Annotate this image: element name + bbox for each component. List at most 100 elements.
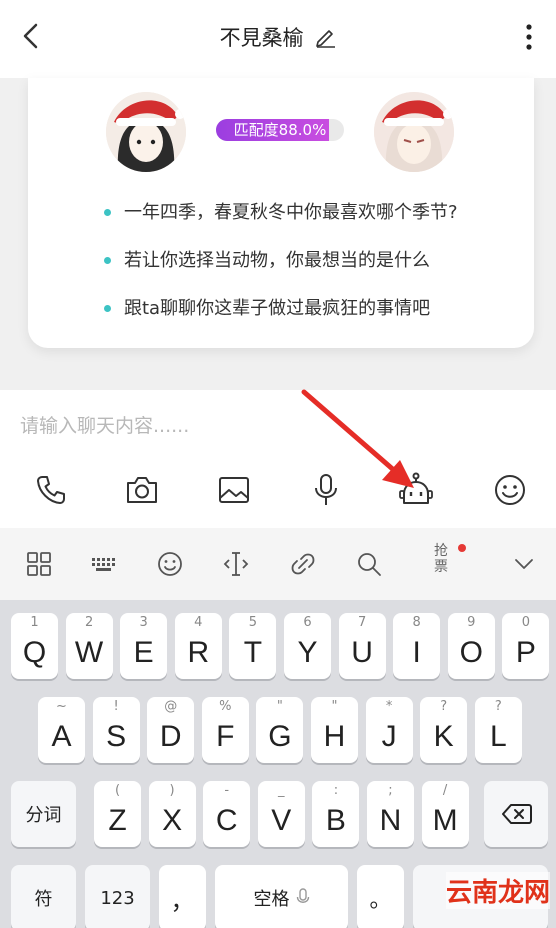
key-letter: U xyxy=(351,636,373,669)
key-x[interactable]: ) X xyxy=(148,781,196,847)
image-icon[interactable] xyxy=(216,472,252,508)
emoji-icon[interactable] xyxy=(492,472,528,508)
phone-icon[interactable] xyxy=(33,472,69,508)
avatar-illustration-right xyxy=(374,92,454,172)
key-hint: ) xyxy=(169,783,175,798)
key-hint: 0 xyxy=(521,615,531,630)
message-input[interactable] xyxy=(20,410,520,442)
key-letter: Z xyxy=(108,804,127,837)
chevron-down-icon[interactable] xyxy=(510,550,538,578)
my-avatar[interactable] xyxy=(106,92,186,172)
number-key[interactable]: 123 xyxy=(85,865,150,928)
key-hint: 3 xyxy=(139,615,148,630)
key-e[interactable]: 3E xyxy=(120,613,168,679)
key-h[interactable]: " H xyxy=(311,697,358,763)
topic-item[interactable]: 若让你选择当动物，你最想当的是什么 xyxy=(104,246,458,294)
key-hint: ? xyxy=(440,699,448,714)
notification-dot xyxy=(458,544,466,552)
camera-icon[interactable] xyxy=(124,472,160,508)
number-key-label: 123 xyxy=(100,887,135,909)
partner-avatar[interactable] xyxy=(374,92,454,172)
symbol-key[interactable]: 符 xyxy=(11,865,76,928)
key-hint: 9 xyxy=(467,615,476,630)
key-hint: ; xyxy=(388,783,393,798)
message-input-bar xyxy=(0,390,556,528)
key-j[interactable]: * J xyxy=(365,697,413,763)
key-letter: O xyxy=(459,636,483,669)
topic-text: 一年四季，春夏秋冬中你最喜欢哪个季节? xyxy=(124,202,458,223)
topic-item[interactable]: 跟ta聊聊你这辈子做过最疯狂的事情吧 xyxy=(104,294,458,342)
key-n[interactable]: ; N xyxy=(367,781,414,847)
key-letter: Y xyxy=(297,636,318,669)
topic-item[interactable]: 一年四季，春夏秋冬中你最喜欢哪个季节? xyxy=(104,198,458,246)
key-letter: M xyxy=(432,804,458,837)
key-letter: W xyxy=(74,636,104,669)
key-a[interactable]: ~ A xyxy=(38,697,85,763)
search-icon[interactable] xyxy=(355,550,383,578)
key-hint: - xyxy=(224,783,230,798)
chat-header: 不見桑榆 xyxy=(0,0,556,78)
key-l[interactable]: ? L xyxy=(474,697,522,763)
segment-key-label: 分词 xyxy=(25,805,62,826)
key-hint: 4 xyxy=(194,615,203,630)
key-letter: J xyxy=(381,720,397,753)
match-card: 匹配度88.0% 一年四季，春夏秋冬中你最喜欢哪个季节? 若让你选择当动物，你最… xyxy=(28,78,534,348)
key-letter: X xyxy=(162,804,183,837)
key-m[interactable]: / M xyxy=(421,781,469,847)
key-o[interactable]: 9O xyxy=(447,613,495,679)
key-y[interactable]: 6Y xyxy=(284,613,331,679)
key-c[interactable]: -C xyxy=(203,781,251,847)
key-letter: N xyxy=(379,804,402,837)
bullet-dot xyxy=(104,209,111,216)
key-letter: R xyxy=(187,636,210,669)
key-letter: S xyxy=(106,720,127,753)
chat-title-text: 不見桑榆 xyxy=(219,26,304,50)
key-letter: F xyxy=(216,720,235,753)
key-hint: 8 xyxy=(412,615,421,630)
key-u[interactable]: 7U xyxy=(338,613,386,679)
key-d[interactable]: @ D xyxy=(147,697,195,763)
ticket-grab-button[interactable]: 抢票 xyxy=(431,543,451,575)
key-q[interactable]: 1Q xyxy=(11,613,58,679)
key-letter: K xyxy=(433,720,454,753)
key-s[interactable]: ! S xyxy=(92,697,140,763)
segment-key[interactable]: 分词 xyxy=(11,781,76,847)
smiley-icon[interactable] xyxy=(156,550,184,578)
key-letter: L xyxy=(489,720,507,753)
key-v[interactable]: _ V xyxy=(257,781,305,847)
key-i[interactable]: 8I xyxy=(393,613,441,679)
key-letter: T xyxy=(243,636,263,669)
key-hint: @ xyxy=(164,699,178,714)
link-icon[interactable] xyxy=(289,550,317,578)
key-hint: 7 xyxy=(357,615,367,630)
key-w[interactable]: 2W xyxy=(65,613,113,679)
key-g[interactable]: " G xyxy=(256,697,304,763)
key-letter: G xyxy=(268,720,292,753)
key-k[interactable]: ? K xyxy=(420,697,468,763)
key-letter: D xyxy=(159,720,182,753)
backspace-key[interactable] xyxy=(484,781,548,847)
cursor-icon[interactable] xyxy=(222,550,250,578)
key-f[interactable]: % F xyxy=(201,697,249,763)
space-key-content: 空格 xyxy=(215,865,348,928)
pencil-icon[interactable] xyxy=(314,26,336,48)
key-p[interactable]: 0P xyxy=(502,613,550,679)
key-t[interactable]: 5T xyxy=(229,613,277,679)
match-score-text: 匹配度88.0% xyxy=(233,121,327,139)
chat-area: 匹配度88.0% 一年四季，春夏秋冬中你最喜欢哪个季节? 若让你选择当动物，你最… xyxy=(0,78,556,390)
key-b[interactable]: :B xyxy=(312,781,360,847)
key-letter: C xyxy=(215,804,238,837)
keyboard-toolbar: 抢票 xyxy=(0,528,556,600)
key-letter: P xyxy=(515,636,536,669)
grid-icon[interactable] xyxy=(25,550,53,578)
keyboard-icon[interactable] xyxy=(90,550,118,578)
space-key[interactable]: 空格 xyxy=(215,865,348,928)
key-hint: ? xyxy=(494,699,502,714)
more-options-icon[interactable] xyxy=(522,22,536,52)
key-z[interactable]: (Z xyxy=(94,781,141,847)
key-r[interactable]: 4R xyxy=(174,613,222,679)
space-key-label: 空格 xyxy=(253,889,290,910)
comma-key[interactable]: ， xyxy=(159,865,206,928)
key-letter: H xyxy=(323,720,346,753)
period-key[interactable]: 。 xyxy=(357,865,404,928)
